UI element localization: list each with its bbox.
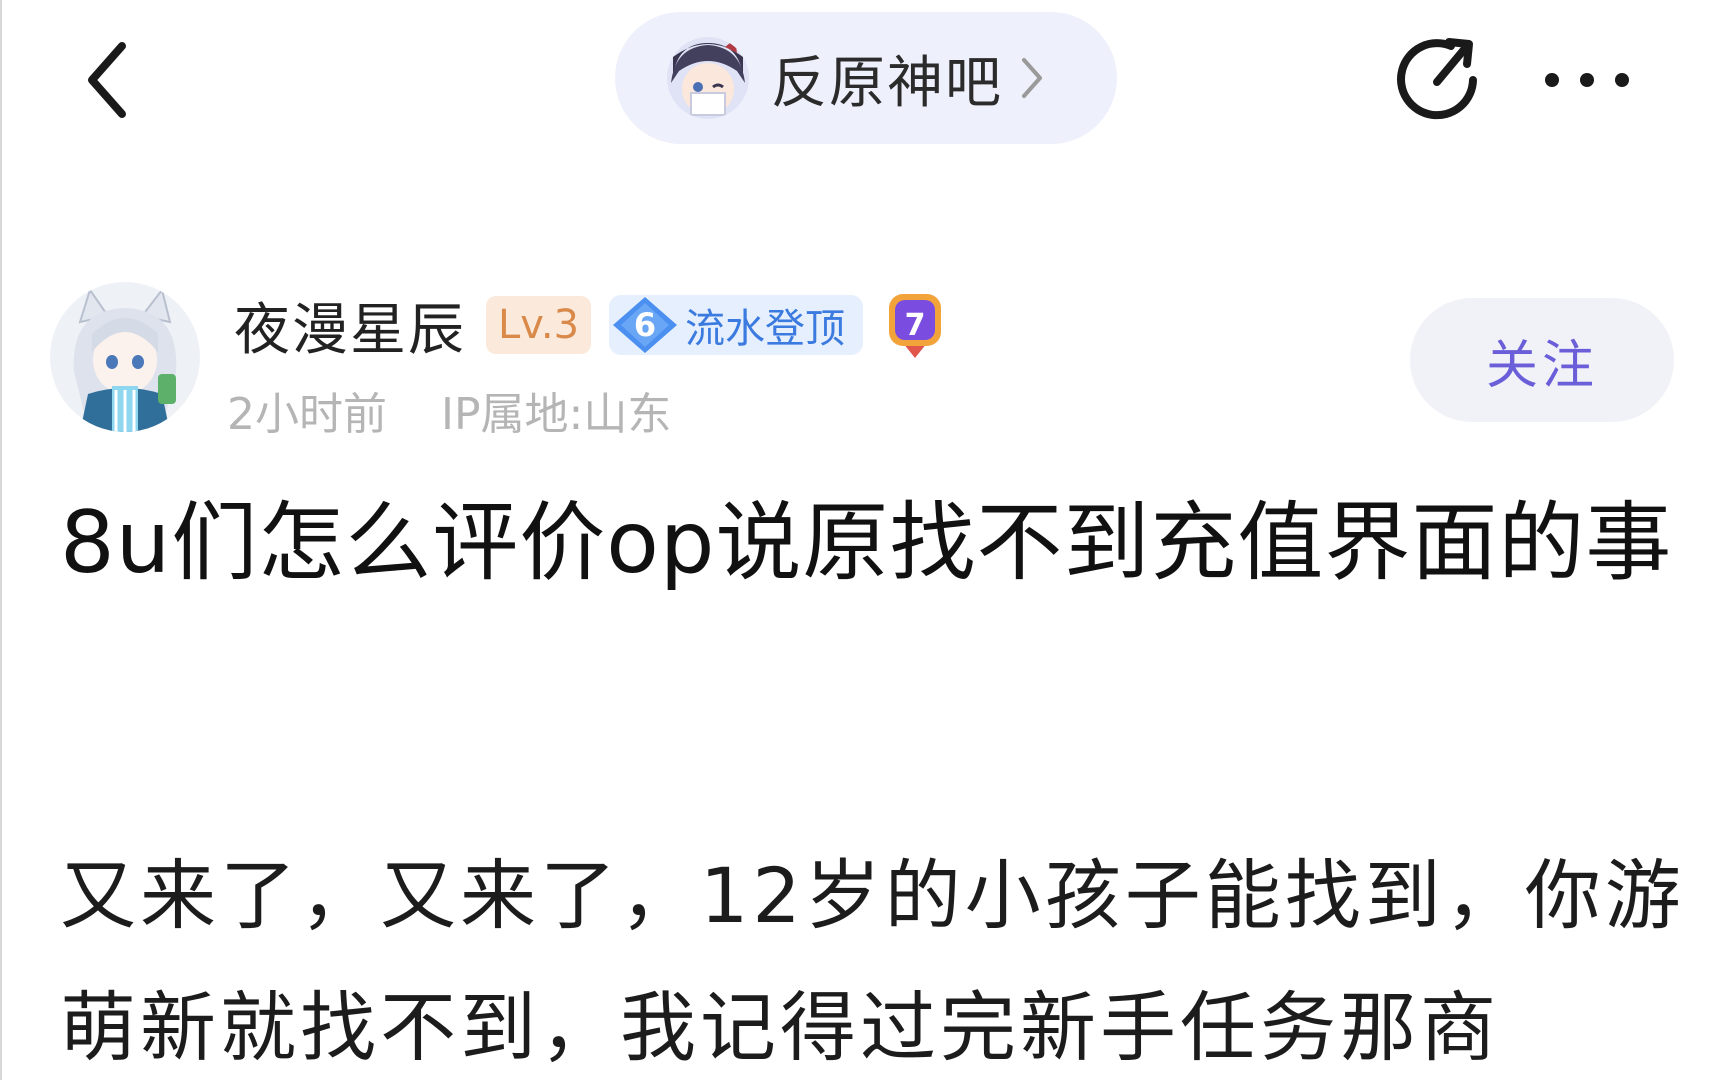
- forum-name: 反原神吧: [771, 50, 1003, 116]
- post-detail-screen: 反原神吧 夜漫星辰 Lv.3 6 流水登顶 7 2小时前 IP属地:山东 关注 …: [0, 0, 1728, 1080]
- ip-location: IP属地:山东: [441, 389, 672, 440]
- share-button[interactable]: [1387, 30, 1487, 130]
- author-info-line: 夜漫星辰 Lv.3 6 流水登顶 7: [234, 290, 945, 363]
- follow-button[interactable]: 关注: [1410, 298, 1674, 422]
- level-badge: Lv.3: [486, 296, 592, 354]
- honor-badge: 6 流水登顶: [609, 295, 864, 355]
- post-time: 2小时前: [227, 389, 387, 440]
- post-meta: 2小时前 IP属地:山东: [227, 378, 671, 442]
- honor-level-number: 6: [633, 306, 657, 344]
- author-avatar[interactable]: [50, 282, 200, 432]
- more-button[interactable]: [1537, 45, 1637, 115]
- back-button[interactable]: [72, 30, 142, 130]
- forum-entry-pill[interactable]: 反原神吧: [615, 12, 1117, 144]
- medal-number: 7: [904, 307, 926, 343]
- honor-title: 流水登顶: [685, 306, 846, 352]
- post-body: 又来了，又来了，12岁的小孩子能找到，你游萌新就找不到，我记得过完新手任务那商: [60, 851, 1685, 1072]
- more-dots-icon: [1545, 73, 1629, 87]
- chevron-right-icon: [1019, 55, 1045, 101]
- medal-badge-icon: 7: [885, 290, 945, 360]
- chevron-left-icon: [88, 42, 126, 118]
- forum-avatar: [667, 37, 749, 119]
- diamond-icon: 6: [609, 295, 681, 355]
- post-title: 8u们怎么评价op说原找不到充值界面的事: [60, 493, 1673, 593]
- share-icon: [1397, 38, 1477, 120]
- author-name[interactable]: 夜漫星辰: [234, 285, 466, 366]
